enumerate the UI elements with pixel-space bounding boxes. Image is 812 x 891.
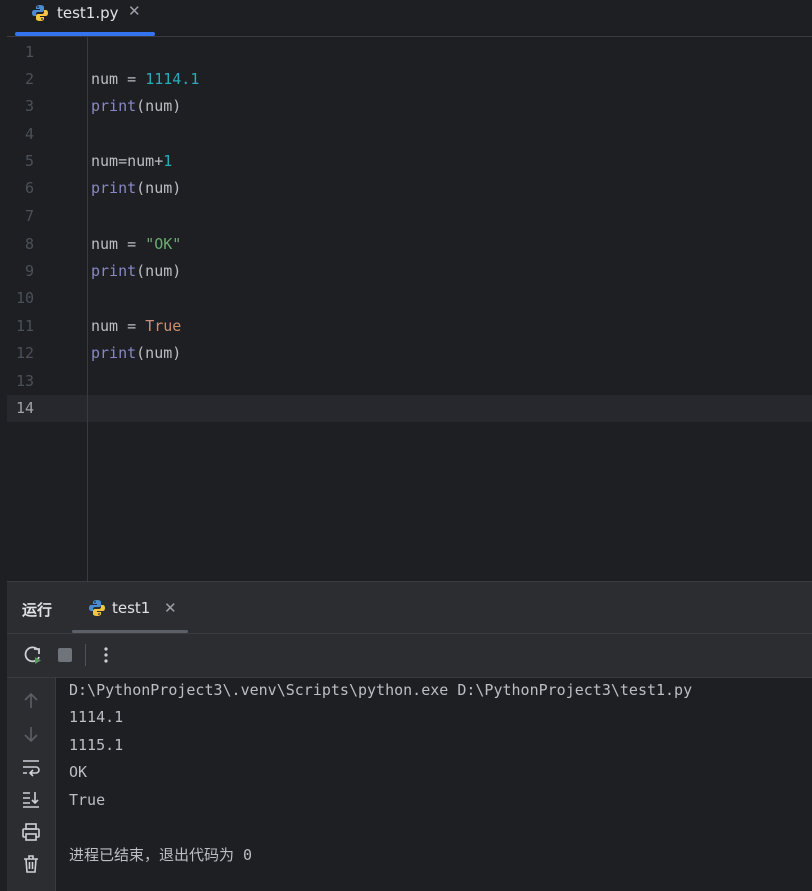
code-line: 10	[7, 285, 812, 312]
code-line: 2 num = 1114.1	[7, 66, 812, 93]
stop-icon[interactable]	[54, 644, 76, 666]
code-text: num =	[91, 235, 146, 253]
console-line: D:\PythonProject3\.venv\Scripts\python.e…	[69, 681, 693, 699]
code-text: num=num+	[91, 152, 164, 170]
code-line: 12 print(num)	[7, 340, 812, 367]
line-number: 6	[24, 179, 34, 197]
code-number: 1	[163, 152, 173, 170]
line-number: 13	[15, 372, 34, 390]
editor-tab-label: test1.py	[57, 4, 119, 22]
code-keyword: True	[145, 317, 182, 335]
python-file-icon	[31, 4, 49, 26]
code-text: num =	[91, 317, 146, 335]
code-builtin: print	[91, 344, 137, 362]
code-editor[interactable]: 1 2 num = 1114.1 3 print(num) 4 5 num=nu…	[7, 37, 812, 581]
console-line: 1114.1	[69, 708, 124, 726]
code-line: 4	[7, 121, 812, 148]
toolbar-separator	[85, 644, 86, 666]
print-icon[interactable]	[20, 821, 42, 843]
code-line: 6 print(num)	[7, 175, 812, 202]
more-icon[interactable]	[95, 644, 117, 666]
code-line: 11 num = True	[7, 313, 812, 340]
code-number: 1114.1	[145, 70, 200, 88]
line-number: 10	[15, 289, 34, 307]
python-file-icon	[88, 599, 106, 621]
up-arrow-icon[interactable]	[20, 690, 42, 712]
code-text: (num)	[136, 97, 182, 115]
console-line: True	[69, 791, 106, 809]
active-run-tab-indicator	[72, 630, 188, 633]
run-tab-label: test1	[112, 599, 151, 617]
line-number: 9	[24, 262, 34, 280]
soft-wrap-icon[interactable]	[20, 756, 42, 778]
down-arrow-icon[interactable]	[20, 723, 42, 745]
line-number: 7	[24, 207, 34, 225]
run-panel: 运行 test1 ✕ D:\PythonProject3\.venv\Scrip…	[7, 581, 812, 891]
code-text: num =	[91, 70, 146, 88]
line-number: 5	[24, 152, 34, 170]
close-icon[interactable]: ✕	[128, 2, 141, 20]
run-side-toolbar	[7, 678, 56, 891]
console-output[interactable]: D:\PythonProject3\.venv\Scripts\python.e…	[69, 678, 809, 891]
code-line: 1	[7, 39, 812, 66]
code-line: 8 num = "OK"	[7, 231, 812, 258]
trash-icon[interactable]	[20, 853, 42, 875]
line-number: 1	[24, 43, 34, 61]
console-line: OK	[69, 763, 88, 781]
code-text: (num)	[136, 179, 182, 197]
line-number: 14	[15, 399, 34, 417]
code-builtin: print	[91, 97, 137, 115]
editor-tab-bar: test1.py ✕	[7, 0, 812, 37]
code-builtin: print	[91, 179, 137, 197]
code-line: 5 num=num+1	[7, 148, 812, 175]
code-line: 3 print(num)	[7, 93, 812, 120]
run-panel-title: 运行	[22, 601, 53, 619]
line-number: 8	[24, 235, 34, 253]
line-number: 3	[24, 97, 34, 115]
active-tab-indicator	[15, 32, 155, 36]
code-line-current: 14	[7, 395, 812, 422]
run-tab-test1[interactable]: test1 ✕	[72, 582, 188, 633]
rerun-icon[interactable]	[22, 644, 44, 666]
run-panel-header: 运行 test1 ✕	[7, 582, 812, 634]
code-text: (num)	[136, 262, 182, 280]
code-line: 13	[7, 368, 812, 395]
code-text: (num)	[136, 344, 182, 362]
code-string: "OK"	[145, 235, 182, 253]
line-number: 12	[15, 344, 34, 362]
scroll-to-end-icon[interactable]	[20, 788, 42, 810]
line-number: 2	[24, 70, 34, 88]
run-toolbar	[7, 634, 812, 678]
line-number: 11	[15, 317, 34, 335]
code-builtin: print	[91, 262, 137, 280]
code-line: 9 print(num)	[7, 258, 812, 285]
console-line: 1115.1	[69, 736, 124, 754]
editor-tab-test1[interactable]: test1.py ✕	[15, 0, 155, 36]
close-icon[interactable]: ✕	[164, 599, 177, 617]
code-line: 7	[7, 203, 812, 230]
console-line: 进程已结束，退出代码为 0	[69, 846, 253, 864]
line-number: 4	[24, 125, 34, 143]
